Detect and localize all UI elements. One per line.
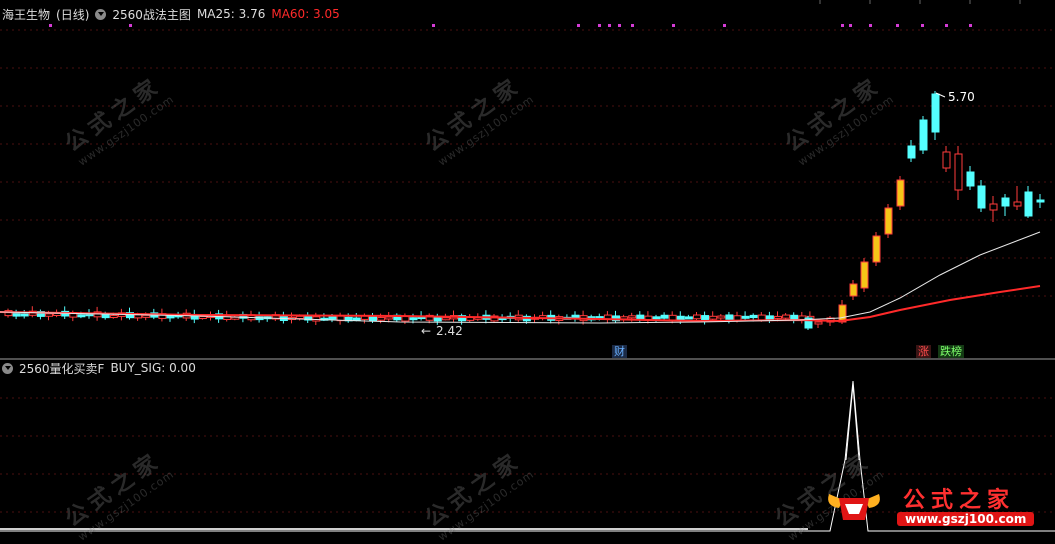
signal-dots <box>49 24 972 27</box>
logo-url: www.gszj100.com <box>897 512 1035 526</box>
sub-panel-header: 2560量化买卖F BUY_SIG: 0.00 <box>2 359 202 377</box>
grid-lines <box>0 0 1055 513</box>
sub-indicator-dropdown-icon[interactable] <box>2 362 13 374</box>
period-label[interactable]: (日线) <box>56 6 89 23</box>
site-logo: 公式之家 www.gszj100.com <box>815 478 1055 535</box>
low-annotation: ← 2.42 <box>421 324 463 338</box>
indicator-name[interactable]: 2560战法主图 <box>112 6 191 23</box>
buy-sig-value: BUY_SIG: 0.00 <box>110 361 196 375</box>
high-price-label: 5.70 <box>948 90 975 104</box>
low-price-label: 2.42 <box>436 324 463 338</box>
indicator-dropdown-icon[interactable] <box>95 8 107 20</box>
stock-name[interactable]: 海王生物 <box>2 6 50 23</box>
ma25-value: MA25: 3.76 <box>196 7 266 21</box>
logo-text: 公式之家 <box>903 488 1016 513</box>
badge-zhang[interactable]: 涨 <box>916 345 931 358</box>
ma60-value: MA60: 3.05 <box>271 7 340 21</box>
bull-logo-icon <box>828 494 880 520</box>
main-panel-header: 海王生物 (日线) 2560战法主图 MA25: 3.76 MA60: 3.05 <box>2 5 346 23</box>
kline-chart[interactable]: 5.70 ← 2.42 <box>0 0 1055 535</box>
high-annotation: 5.70 <box>935 90 975 104</box>
sub-indicator-name[interactable]: 2560量化买卖F <box>19 360 104 377</box>
svg-text:←: ← <box>421 324 431 338</box>
badge-cai[interactable]: 财 <box>612 345 627 358</box>
badge-diebang[interactable]: 跌榜 <box>938 345 964 358</box>
ma25-line <box>0 231 1041 324</box>
candlesticks <box>4 91 1045 330</box>
